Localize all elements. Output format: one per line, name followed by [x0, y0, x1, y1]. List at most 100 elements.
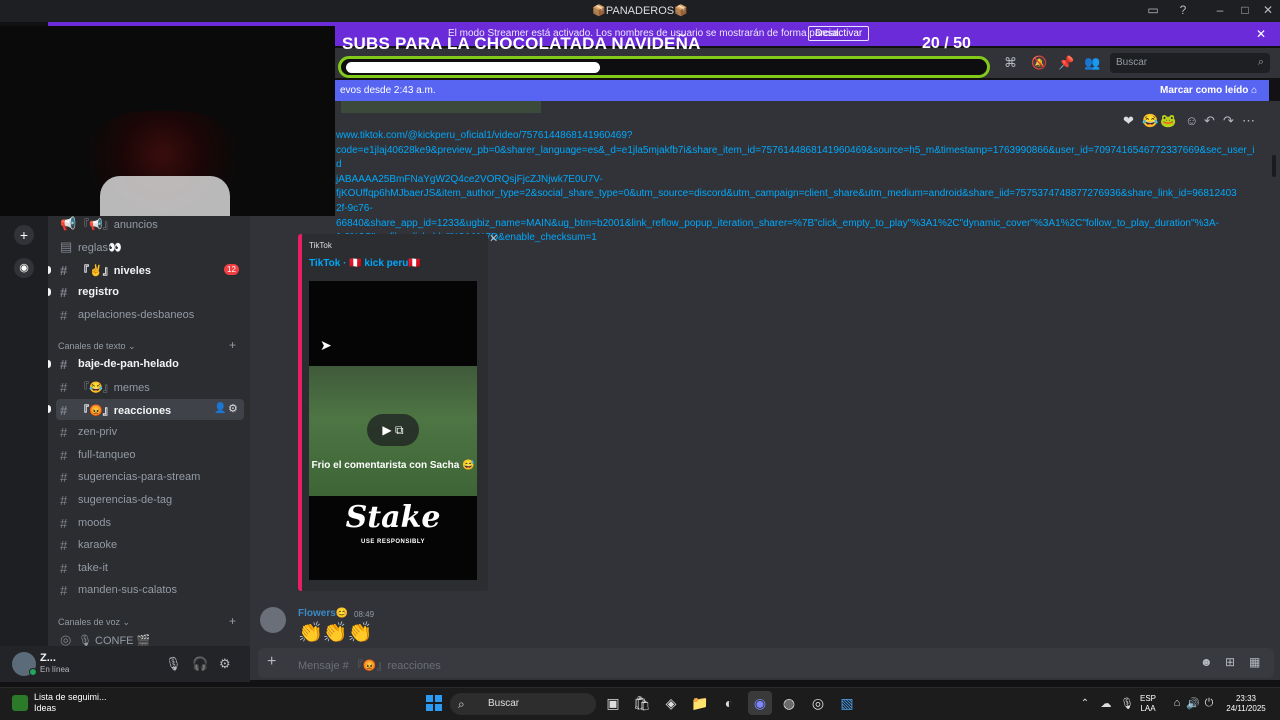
explore-icon[interactable]: ◉ [14, 258, 34, 278]
goal-progress-fill [346, 62, 600, 73]
message-author[interactable]: Flowers😊 [298, 608, 348, 619]
category-text[interactable]: Canales de texto ⌄ [58, 341, 136, 352]
hash-icon: # [60, 379, 68, 395]
custom-reaction-icon[interactable]: 🐸 [1160, 113, 1176, 129]
apps-icon[interactable]: ⊞ [1225, 655, 1235, 669]
hash-icon: # [60, 560, 68, 576]
channel-full-tanqueo[interactable]: # full-tanqueo [60, 445, 246, 465]
laugh-reaction-icon[interactable]: 😂 [1142, 113, 1158, 129]
emoji-icon[interactable]: ▦ [1249, 655, 1260, 669]
channel-baje-de-pan-helado[interactable]: # baje-de-pan-helado [60, 354, 246, 374]
tray-chevron-icon[interactable]: ⌃ [1076, 698, 1094, 709]
close-window-button[interactable]: ✕ [1258, 3, 1278, 17]
help-icon[interactable]: ? [1173, 3, 1193, 17]
more-options-icon[interactable]: ⋯ [1242, 113, 1255, 129]
hash-icon: # [60, 262, 68, 278]
channel-apelaciones[interactable]: # apelaciones-desbaneos [60, 305, 246, 325]
rules-icon: ▤ [60, 239, 73, 254]
add-voice-channel-icon[interactable]: + [229, 614, 236, 628]
onedrive-icon[interactable]: ☁ [1097, 697, 1115, 710]
channel-memes[interactable]: # 『😂』memes [60, 377, 246, 397]
reply-icon[interactable]: ↶ [1204, 113, 1215, 129]
edge-icon[interactable]: ◐ [720, 695, 738, 711]
close-banner-icon[interactable]: ✕ [1256, 27, 1266, 41]
channel-sugerencias-de-tag[interactable]: # sugerencias-de-tag [60, 490, 246, 510]
app-icon[interactable]: ◍ [780, 695, 798, 712]
maximize-button[interactable]: □ [1235, 3, 1255, 17]
message-time: 08:49 [354, 610, 375, 619]
invite-icon[interactable]: 👤 [214, 403, 226, 414]
channel-anuncios[interactable]: 📢 『📢』anuncios [60, 214, 246, 234]
avatar[interactable] [260, 607, 286, 633]
channel-moods[interactable]: # moods [60, 513, 246, 533]
add-server-icon[interactable]: + [14, 225, 34, 245]
channel-sugerencias-para-stream[interactable]: # sugerencias-para-stream [60, 467, 246, 487]
username[interactable]: Z... [40, 652, 56, 664]
user-settings-icon[interactable]: ⚙ [219, 656, 231, 672]
online-status-dot [29, 668, 37, 676]
photos-icon[interactable]: ▧ [838, 695, 856, 712]
headphones-icon[interactable]: 🎧 [192, 656, 208, 672]
language-indicator[interactable]: ESP LAA [1140, 694, 1156, 714]
heart-reaction-icon[interactable]: ❤ [1123, 113, 1134, 129]
category-voice[interactable]: Canales de voz ⌄ [58, 617, 130, 628]
window-title: 📦PANADEROS📦 [592, 5, 688, 17]
microphone-icon[interactable]: 🎙 [165, 656, 182, 672]
server-rail [0, 215, 48, 647]
goal-count: 20 / 50 [922, 35, 971, 52]
header-search[interactable]: Buscar ⌕ [1110, 53, 1270, 73]
clock[interactable]: 23:33 24/11/2025 [1222, 694, 1270, 714]
start-button[interactable] [426, 695, 442, 711]
battery-icon[interactable]: ⏻ [1200, 697, 1218, 710]
hash-icon: # [60, 356, 68, 372]
widgets-text[interactable]: Lista de seguimi... Ideas [34, 692, 107, 714]
hash-icon: # [60, 582, 68, 598]
deactivate-button[interactable]: Desactivar [808, 26, 870, 41]
inbox-icon[interactable]: ▭ [1143, 3, 1163, 17]
gift-icon[interactable]: ☻ [1200, 655, 1213, 669]
threads-icon[interactable]: ⌘ [1004, 55, 1017, 71]
new-messages-bar[interactable] [335, 80, 1269, 101]
copilot-icon[interactable]: ◈ [662, 695, 680, 712]
mark-read-button[interactable]: Marcar como leído ⌂ [1160, 85, 1257, 96]
store-icon[interactable]: 🛍 [633, 695, 651, 712]
members-icon[interactable]: 👥 [1084, 55, 1100, 71]
channel-karaoke[interactable]: # karaoke [60, 535, 246, 555]
file-explorer-icon[interactable]: 📁 [691, 695, 709, 712]
add-reaction-icon[interactable]: ☺ [1185, 113, 1198, 128]
remove-embed-icon[interactable]: ✕ [489, 232, 498, 245]
channel-reglas[interactable]: ▤ reglas👀 [60, 237, 246, 257]
settings-gear-icon[interactable]: ⚙ [228, 402, 238, 415]
task-view-icon[interactable]: ▣ [604, 695, 622, 712]
minimize-button[interactable]: – [1210, 3, 1230, 17]
taskbar-search[interactable]: Buscar [450, 693, 596, 715]
hash-icon: # [60, 424, 68, 440]
add-channel-icon[interactable]: + [229, 338, 236, 352]
scrollbar-thumb[interactable] [1272, 155, 1276, 177]
tiktok-link[interactable]: www.tiktok.com/@kickperu_oficial1/video/… [336, 129, 1256, 246]
hash-icon: # [60, 284, 68, 300]
message-placeholder: Mensaje # 『😡』reacciones [298, 660, 441, 672]
discord-icon[interactable]: ◉ [751, 695, 769, 712]
pin-icon[interactable]: 📌 [1058, 55, 1074, 71]
recording-app-icon[interactable]: ◎ [809, 695, 827, 712]
channel-registro[interactable]: # registro [60, 282, 246, 302]
new-messages-text: evos desde 2:43 a.m. [340, 85, 436, 96]
mention-badge: 12 [224, 264, 239, 275]
channel-zen-priv[interactable]: # zen-priv [60, 422, 246, 442]
hash-icon: # [60, 447, 68, 463]
embed-title[interactable]: TikTok · 🇵🇪 kick peru🇵🇪 [309, 258, 421, 269]
mute-icon[interactable]: 🔕 [1031, 55, 1047, 71]
channel-take-it[interactable]: # take-it [60, 558, 246, 578]
user-panel [0, 646, 250, 682]
forward-icon[interactable]: ↷ [1223, 113, 1234, 129]
embed-provider: TikTok [309, 241, 332, 250]
widgets-icon[interactable] [12, 695, 28, 711]
channel-niveles[interactable]: # 『✌』niveles [60, 260, 246, 280]
hash-icon: # [60, 515, 68, 531]
attach-plus-icon[interactable]: + [267, 653, 276, 671]
play-button[interactable]: ▶ ⧉ [367, 414, 419, 446]
channel-manden-sus-calatos[interactable]: # manden-sus-calatos [60, 580, 246, 600]
search-icon: ⌕ [1257, 56, 1264, 68]
microphone-tray-icon[interactable]: 🎙 [1118, 697, 1136, 710]
